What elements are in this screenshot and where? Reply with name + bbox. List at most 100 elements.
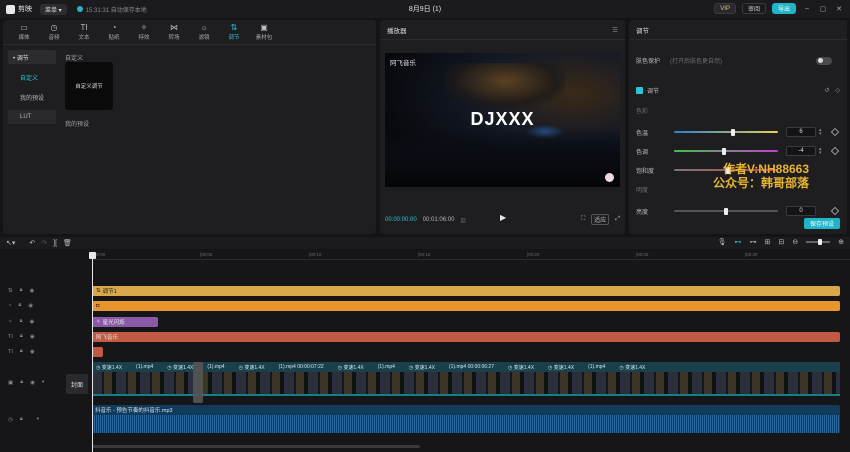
nav-my-presets[interactable]: 我的预设	[8, 90, 56, 104]
eye-icon[interactable]: ◉	[30, 349, 35, 355]
eye-icon[interactable]: ◉	[28, 303, 33, 309]
audio-mute-icon[interactable]: 🔈︎	[42, 379, 45, 386]
tool-audio[interactable]: ◷ 音频	[39, 20, 69, 44]
tool-filter[interactable]: ☼ 滤镜	[189, 20, 219, 44]
video-scene	[445, 63, 565, 108]
tint-knob[interactable]	[721, 147, 726, 155]
sticker-clip[interactable]: ◘	[92, 301, 840, 311]
color-group-label: 色彩	[636, 109, 649, 115]
video-preview[interactable]: 阿飞音乐 DJXXX	[385, 53, 620, 187]
playhead[interactable]	[89, 252, 96, 452]
watermark-line1: 作者V:NH88663	[722, 162, 810, 176]
brightness-knob[interactable]	[724, 207, 728, 215]
lock-icon[interactable]: 🔒︎	[18, 302, 21, 309]
fx-label: ◷ 变速1.4X	[619, 364, 646, 371]
effect-clip[interactable]: ✧ 星光闪烁	[92, 317, 158, 327]
text-clip[interactable]: 阿飞音乐	[92, 332, 840, 342]
tool-template[interactable]: ▣ 素材包	[249, 20, 279, 44]
play-icon[interactable]: ▶	[500, 213, 506, 222]
nav-lut[interactable]: LUT	[8, 110, 56, 124]
fullscreen-icon[interactable]: ⤢	[615, 216, 620, 223]
tint-slider[interactable]	[674, 147, 778, 155]
temperature-value[interactable]: 6	[786, 127, 816, 137]
tool-sticker[interactable]: ◔ 贴纸	[99, 20, 129, 44]
split-icon[interactable]: ][	[53, 240, 57, 247]
timecode-grid-icon[interactable]: ▥	[460, 217, 466, 224]
brightness-keyframe-icon[interactable]	[830, 206, 840, 216]
speed-effect-bar[interactable]: ◷ 变速1.4X (1).mp4 ◷ 变速1.4X (1).mp4 ◷ 变速1.…	[92, 362, 840, 372]
custom-adjust-card[interactable]: 自定义调节	[65, 62, 113, 110]
nav-custom[interactable]: 自定义	[8, 70, 56, 84]
lock-icon[interactable]: 🔒︎	[20, 333, 23, 340]
zoom-in-icon[interactable]: ⊕	[838, 238, 844, 246]
timeline-scrollbar[interactable]	[92, 445, 420, 448]
redo-icon[interactable]: ↷	[41, 239, 47, 247]
ruler-tick: |00:10	[309, 252, 322, 257]
export-button[interactable]: 导出	[771, 3, 796, 14]
nav-adjust[interactable]: • 调节	[8, 50, 56, 64]
text-clip-small[interactable]	[92, 347, 103, 357]
brightness-label: 亮度	[636, 209, 649, 216]
reset-icon[interactable]: ↺	[824, 87, 829, 94]
close-icon[interactable]: ✕	[834, 5, 844, 13]
microphone-icon[interactable]: 🎙	[718, 238, 727, 246]
cover-button[interactable]: 封面	[66, 374, 88, 394]
audio-mute-icon[interactable]: 🔈︎	[37, 416, 40, 423]
zoom-slider[interactable]	[806, 239, 831, 245]
time-ruler[interactable]: 00:00 |00:05 |00:10 |00:15 |00:20 |00:25…	[92, 250, 850, 260]
fx-label: ◷ 变速1.4X	[96, 364, 123, 371]
tool-effects[interactable]: ✧ 特效	[129, 20, 159, 44]
eye-icon[interactable]: ◉	[30, 334, 35, 340]
vip-button[interactable]: VIP	[714, 3, 736, 14]
minimize-icon[interactable]: –	[802, 5, 812, 12]
lock-icon[interactable]: 🔒︎	[20, 287, 23, 294]
timeline[interactable]: 00:00 |00:05 |00:10 |00:15 |00:20 |00:25…	[0, 250, 850, 452]
delete-icon[interactable]: 🗑	[63, 239, 72, 247]
select-tool-icon[interactable]: ↖▾	[6, 239, 15, 247]
menu-button[interactable]: 菜单 ▾	[40, 3, 67, 15]
watermark-text: 作者V:NH88663 公众号：韩哥部落	[713, 162, 809, 190]
tool-text[interactable]: TI 文本	[69, 20, 99, 44]
tool-transition[interactable]: ⋈ 转场	[159, 20, 189, 44]
undo-icon[interactable]: ↶	[29, 239, 35, 247]
brightness-value[interactable]: 0	[786, 206, 816, 216]
adjust-clip[interactable]: ⇅ 调节1	[92, 286, 840, 296]
audio-clip[interactable]: 抖音乐 - 预告节奏的抖音乐.mp3	[92, 405, 840, 433]
skin-protect-toggle[interactable]	[816, 56, 832, 65]
zoom-out-icon[interactable]: ⊖	[792, 238, 798, 246]
align-icon[interactable]: ⊟	[778, 238, 784, 246]
temperature-knob[interactable]	[731, 128, 736, 136]
eye-icon[interactable]: ◉	[30, 380, 35, 386]
eye-icon[interactable]: ◉	[30, 288, 35, 294]
tint-stepper[interactable]: ▴ ▾	[819, 147, 822, 156]
main-track-icon: ▣	[8, 379, 14, 386]
adjust-checkbox[interactable]	[636, 87, 643, 94]
lock-icon[interactable]: 🔒︎	[20, 379, 23, 386]
screenshot-icon[interactable]: ⛶	[581, 216, 585, 223]
snap-icon[interactable]: ⊷	[735, 238, 742, 246]
save-preset-button[interactable]: 保存预设	[803, 218, 840, 229]
player-menu-icon[interactable]: ☰	[612, 26, 618, 34]
ratio-button[interactable]: 适应	[591, 214, 610, 225]
tint-value[interactable]: -4	[786, 146, 816, 156]
tool-adjust[interactable]: ⇅ 调节	[219, 20, 249, 44]
tool-media[interactable]: ▭ 媒体	[9, 20, 39, 44]
tint-keyframe-icon[interactable]	[830, 146, 840, 156]
temperature-keyframe-icon[interactable]	[830, 127, 840, 137]
review-button[interactable]: 审阅	[741, 3, 766, 14]
lock-icon[interactable]: 🔒︎	[20, 318, 23, 325]
clip-handle[interactable]	[193, 362, 203, 403]
lock-icon[interactable]: 🔒︎	[20, 416, 23, 423]
preview-axis-icon[interactable]: ⊞	[765, 238, 771, 246]
keyframe-icon[interactable]: ◇	[835, 87, 840, 94]
lock-icon[interactable]: 🔒︎	[20, 348, 23, 355]
temperature-stepper[interactable]: ▴ ▾	[819, 128, 822, 137]
eye-icon[interactable]: ◉	[30, 319, 35, 325]
brightness-slider[interactable]	[674, 207, 778, 215]
temperature-slider[interactable]	[674, 128, 778, 136]
maximize-icon[interactable]: ▢	[818, 5, 828, 13]
track-head-effect: ✧ 🔒︎ ◉	[8, 318, 34, 325]
link-icon[interactable]: ⊶	[750, 238, 757, 246]
main-video-strip[interactable]	[92, 372, 840, 396]
timeline-toolbar: ↖▾ ↶ ↷ ][ 🗑 🎙 ⊷ ⊶ ⊞ ⊟ ⊖ ⊕	[0, 237, 850, 249]
